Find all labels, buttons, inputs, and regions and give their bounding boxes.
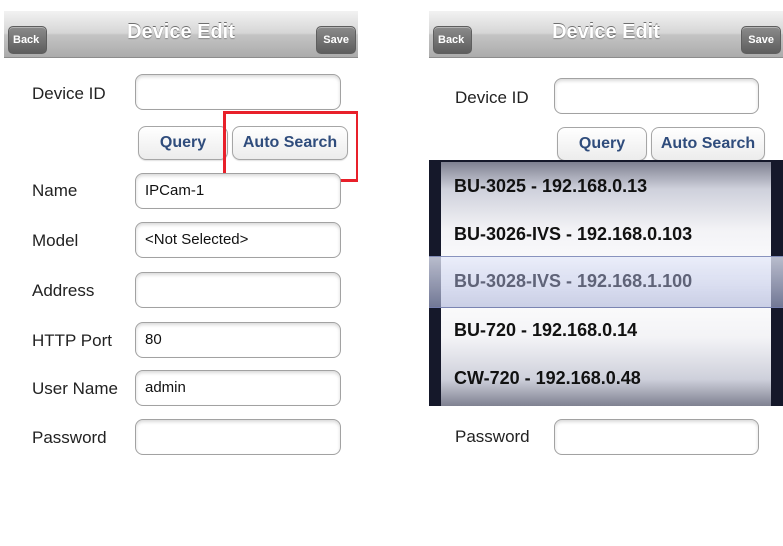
query-button[interactable]: Query xyxy=(557,127,647,161)
device-id-label: Device ID xyxy=(455,88,529,107)
password-label: Password xyxy=(32,428,107,447)
query-button[interactable]: Query xyxy=(138,126,228,160)
picker-item[interactable]: BU-3025 - 192.168.0.13 xyxy=(441,166,771,206)
navigation-bar: Back Device Edit Save xyxy=(4,11,358,58)
device-edit-screen-left: Back Device Edit Save Device ID Query Au… xyxy=(4,11,358,546)
page-title: Device Edit xyxy=(127,21,235,43)
auto-search-highlight-box xyxy=(223,111,358,182)
model-field[interactable]: <Not Selected> xyxy=(135,222,341,258)
address-field[interactable] xyxy=(135,272,341,308)
user-name-label: User Name xyxy=(32,379,118,398)
navigation-bar: Back Device Edit Save xyxy=(429,11,783,58)
http-port-field[interactable]: 80 xyxy=(135,322,341,358)
device-id-field[interactable] xyxy=(554,78,759,114)
password-field[interactable] xyxy=(135,419,341,455)
address-label: Address xyxy=(32,281,95,300)
auto-search-button[interactable]: Auto Search xyxy=(651,127,765,161)
name-label: Name xyxy=(32,181,78,200)
name-field[interactable]: IPCam-1 xyxy=(135,173,341,209)
picker-selected-item[interactable]: BU-3028-IVS - 192.168.1.100 xyxy=(441,256,692,306)
picker-item[interactable]: BU-3026-IVS - 192.168.0.103 xyxy=(441,214,771,254)
device-picker-wheel[interactable]: BU-3025 - 192.168.0.13 BU-3026-IVS - 192… xyxy=(429,160,783,406)
password-label: Password xyxy=(455,427,530,446)
http-port-label: HTTP Port xyxy=(32,331,112,350)
device-edit-screen-right: Back Device Edit Save Device ID Query Au… xyxy=(429,11,783,546)
picker-item[interactable]: BU-720 - 192.168.0.14 xyxy=(441,310,771,350)
user-name-field[interactable]: admin xyxy=(135,370,341,406)
save-button[interactable]: Save xyxy=(741,26,781,54)
device-id-label: Device ID xyxy=(32,84,106,103)
save-button[interactable]: Save xyxy=(316,26,356,54)
picker-item[interactable]: CW-720 - 192.168.0.48 xyxy=(441,358,771,398)
model-label: Model xyxy=(32,231,79,250)
device-id-field[interactable] xyxy=(135,74,341,110)
password-field[interactable] xyxy=(554,419,759,455)
page-title: Device Edit xyxy=(552,21,660,43)
